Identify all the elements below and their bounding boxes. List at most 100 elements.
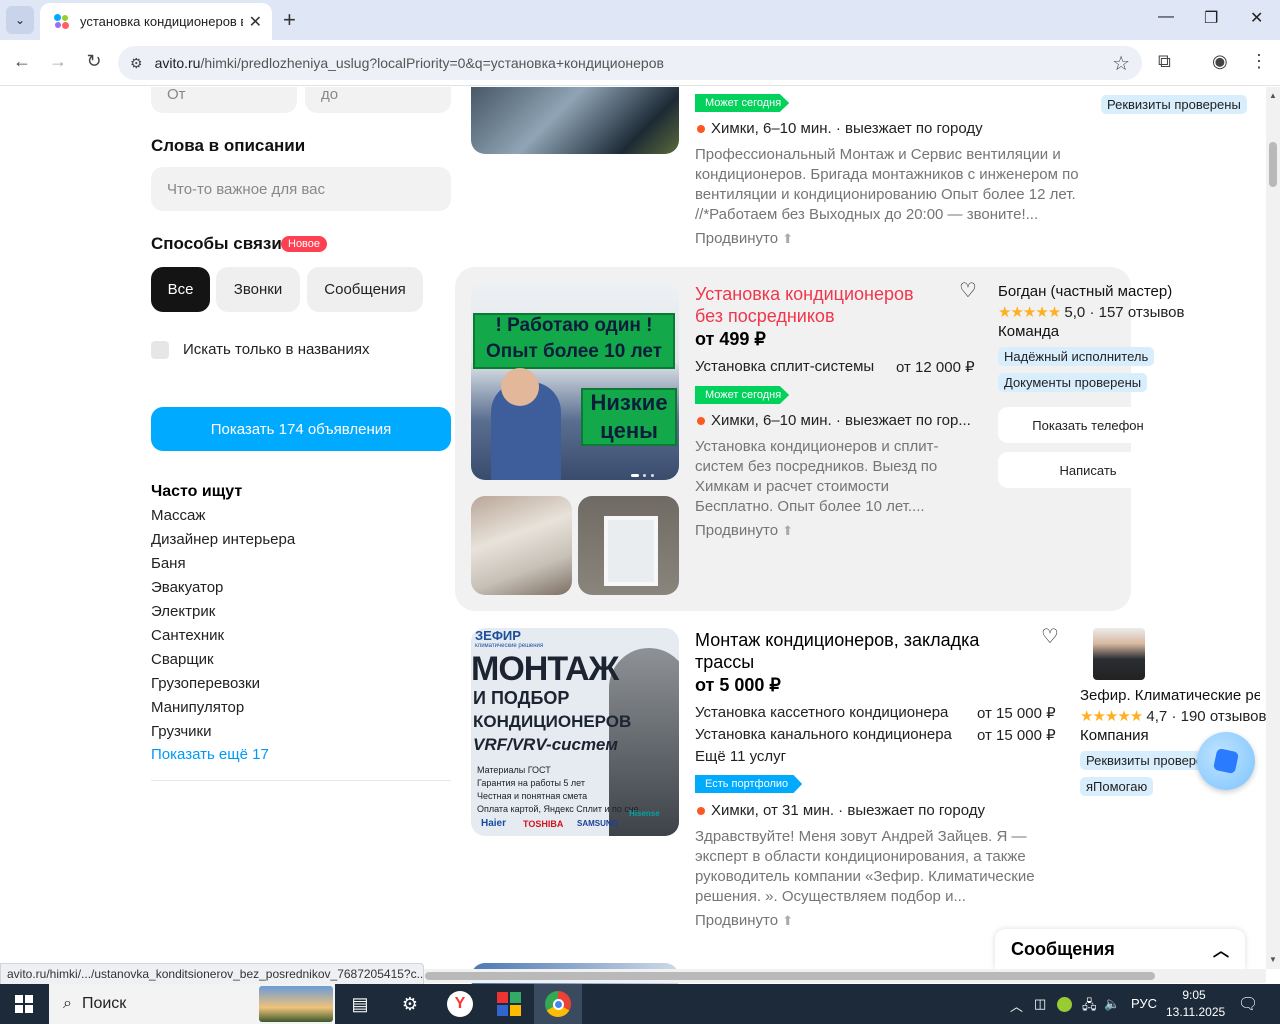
meet-icon[interactable]: ◫ (1034, 996, 1046, 1012)
site-info-icon[interactable]: ⚙ (130, 55, 143, 72)
often-link[interactable]: Манипулятор (151, 699, 244, 716)
vertical-scrollbar[interactable]: ▲ ▼ (1266, 87, 1280, 969)
seller-name-link[interactable]: Зефир. Климатические решения (1080, 687, 1260, 704)
listing-price: от 5 000 ₽ (695, 675, 781, 695)
active-tab[interactable]: установка кондиционеров в Химках ✕ (40, 3, 272, 40)
often-link[interactable]: Баня (151, 555, 186, 572)
menu-kebab-icon[interactable]: ⋮ (1250, 51, 1268, 72)
address-bar[interactable]: ⚙ avito.ru/himki/predlozheniya_uslug?loc… (118, 46, 1142, 80)
available-today-tag: Может сегодня (695, 94, 790, 112)
reload-icon[interactable]: ↻ (82, 51, 106, 72)
clock[interactable]: 9:05 13.11.2025 (1166, 987, 1225, 1021)
contact-option-all[interactable]: Все (151, 267, 210, 312)
listing-thumb-photo[interactable] (578, 496, 679, 595)
brand-logo: SAMSUNG (577, 819, 618, 828)
restore-icon[interactable]: ❐ (1204, 8, 1218, 28)
listing-main-photo[interactable]: ! Работаю один ! Опыт более 10 лет Низки… (471, 282, 679, 480)
often-link[interactable]: Дизайнер интерьера (151, 531, 295, 548)
price-from-input[interactable]: От (151, 87, 297, 113)
volume-icon[interactable]: 🔈 (1104, 996, 1120, 1012)
tab-close-icon[interactable]: ✕ (249, 12, 262, 32)
listing-photo[interactable] (471, 87, 679, 154)
windows-start-icon[interactable] (0, 984, 48, 1024)
seller-rating[interactable]: ★★★★★ 4,7 · 190 отзывов (1080, 707, 1266, 725)
listing-thumb-photo[interactable] (471, 496, 572, 595)
favorite-heart-icon[interactable]: ♡ (1041, 624, 1059, 649)
taskbar-search[interactable]: ⌕ Поиск (49, 984, 335, 1024)
photo-text: КОНДИЦИОНЕРОВ (473, 712, 632, 731)
promoted-arrow-icon: ⬆ (782, 913, 794, 928)
often-link[interactable]: Грузчики (151, 723, 211, 740)
extensions-icon[interactable]: ⧉ (1158, 51, 1171, 72)
promoted-arrow-icon: ⬆ (782, 231, 794, 246)
portfolio-tag: Есть портфолио (695, 775, 803, 793)
scrollbar-thumb[interactable] (1269, 142, 1277, 187)
forward-icon[interactable]: → (46, 51, 70, 72)
service-price: от 12 000 ₽ (896, 359, 975, 376)
more-services-link[interactable]: Ещё 11 услуг (695, 748, 786, 765)
minimize-icon[interactable]: — (1158, 8, 1174, 26)
write-message-button[interactable]: Написать (998, 452, 1178, 488)
window-close-icon[interactable]: ✕ (1250, 8, 1263, 28)
often-link[interactable]: Эвакуатор (151, 579, 223, 596)
desc-words-input[interactable]: Что-то важное для вас (151, 167, 451, 211)
chevron-up-icon[interactable]: ︿ (1213, 937, 1229, 961)
browser-toolbar: ← → ↻ ⚙ avito.ru/himki/predlozheniya_usl… (0, 40, 1280, 86)
often-link[interactable]: Электрик (151, 603, 215, 620)
contact-option-calls[interactable]: Звонки (216, 267, 300, 312)
yandex-browser-icon[interactable]: Y (446, 990, 474, 1018)
profile-icon[interactable]: ◉ (1212, 51, 1228, 72)
language-indicator[interactable]: РУС (1131, 996, 1157, 1011)
seller-name-link[interactable]: Богдан (частный мастер) (998, 283, 1180, 300)
often-link[interactable]: Массаж (151, 507, 205, 524)
taskbar: ⌕ Поиск ▤ ⚙ Y ︿ ◫ 🖧 🔈 РУС 9:05 13.11.2025… (0, 984, 1280, 1024)
listing-price: от 499 ₽ (695, 329, 766, 349)
show-more-link[interactable]: Показать ещё 17 (151, 746, 269, 763)
tab-title: установка кондиционеров в Химках (80, 14, 243, 29)
notifications-icon[interactable]: 🗨 (1238, 994, 1258, 1014)
task-view-icon[interactable]: ▤ (346, 990, 374, 1018)
photo-bullets: Материалы ГОСТ Гарантия на работы 5 лет … (477, 764, 639, 816)
back-icon[interactable]: ← (10, 51, 34, 72)
often-link[interactable]: Сантехник (151, 627, 224, 644)
scroll-down-icon[interactable]: ▼ (1269, 955, 1277, 964)
contact-option-messages[interactable]: Сообщения (307, 267, 423, 312)
service-price: от 15 000 ₽ (977, 705, 1056, 722)
app-tray-icon[interactable] (1057, 996, 1072, 1013)
titles-only-label: Искать только в названиях (183, 341, 370, 358)
bookmark-star-icon[interactable]: ☆ (1112, 51, 1130, 76)
divider (151, 780, 451, 781)
messages-panel[interactable]: Сообщения ︿ (995, 929, 1245, 969)
photo-text: МОНТАЖ (471, 650, 619, 688)
tab-search-button[interactable]: ⌄ (6, 6, 34, 34)
window-shape (604, 516, 658, 586)
favorite-heart-icon[interactable]: ♡ (959, 278, 977, 303)
listing-title-link[interactable]: Установка кондиционеров без посредников (695, 283, 945, 327)
show-results-button[interactable]: Показать 174 объявления (151, 407, 451, 451)
often-link[interactable]: Сварщик (151, 651, 214, 668)
photo-bullet: Материалы ГОСТ (477, 765, 551, 775)
photo-pager[interactable] (631, 464, 661, 477)
show-phone-button[interactable]: Показать телефон (998, 407, 1178, 443)
photo-text: Опыт более 10 лет (485, 341, 663, 362)
scroll-up-icon[interactable]: ▲ (1269, 91, 1277, 100)
settings-gear-icon[interactable]: ⚙ (396, 990, 424, 1018)
scrollbar-thumb[interactable] (425, 972, 1155, 980)
listing-title-link[interactable]: Монтаж кондиционеров, закладка трассы (695, 629, 1015, 673)
price-to-input[interactable]: до (305, 87, 451, 113)
tray-chevron-icon[interactable]: ︿ (1010, 996, 1023, 1015)
chrome-icon[interactable] (534, 984, 582, 1024)
new-tab-button[interactable]: + (283, 8, 296, 32)
seller-rating[interactable]: ★★★★★ 5,0 · 157 отзывов (998, 303, 1184, 321)
listing-main-photo[interactable]: ЗЕФИР климатические решения МОНТАЖ И ПОД… (471, 628, 679, 836)
network-icon[interactable]: 🖧 (1082, 996, 1097, 1018)
often-link[interactable]: Грузоперевозки (151, 675, 260, 692)
assistant-fab-icon[interactable] (1197, 732, 1255, 790)
promoted-label: Продвинуто ⬆ (695, 912, 794, 929)
desc-words-heading: Слова в описании (151, 136, 306, 155)
tab-strip: ⌄ установка кондиционеров в Химках ✕ + —… (0, 0, 1280, 40)
app-grid-icon[interactable] (495, 990, 523, 1018)
seller-avatar[interactable] (1093, 628, 1145, 680)
titles-only-checkbox[interactable] (151, 341, 169, 359)
url-text[interactable]: avito.ru/himki/predlozheniya_uslug?local… (155, 55, 1113, 71)
